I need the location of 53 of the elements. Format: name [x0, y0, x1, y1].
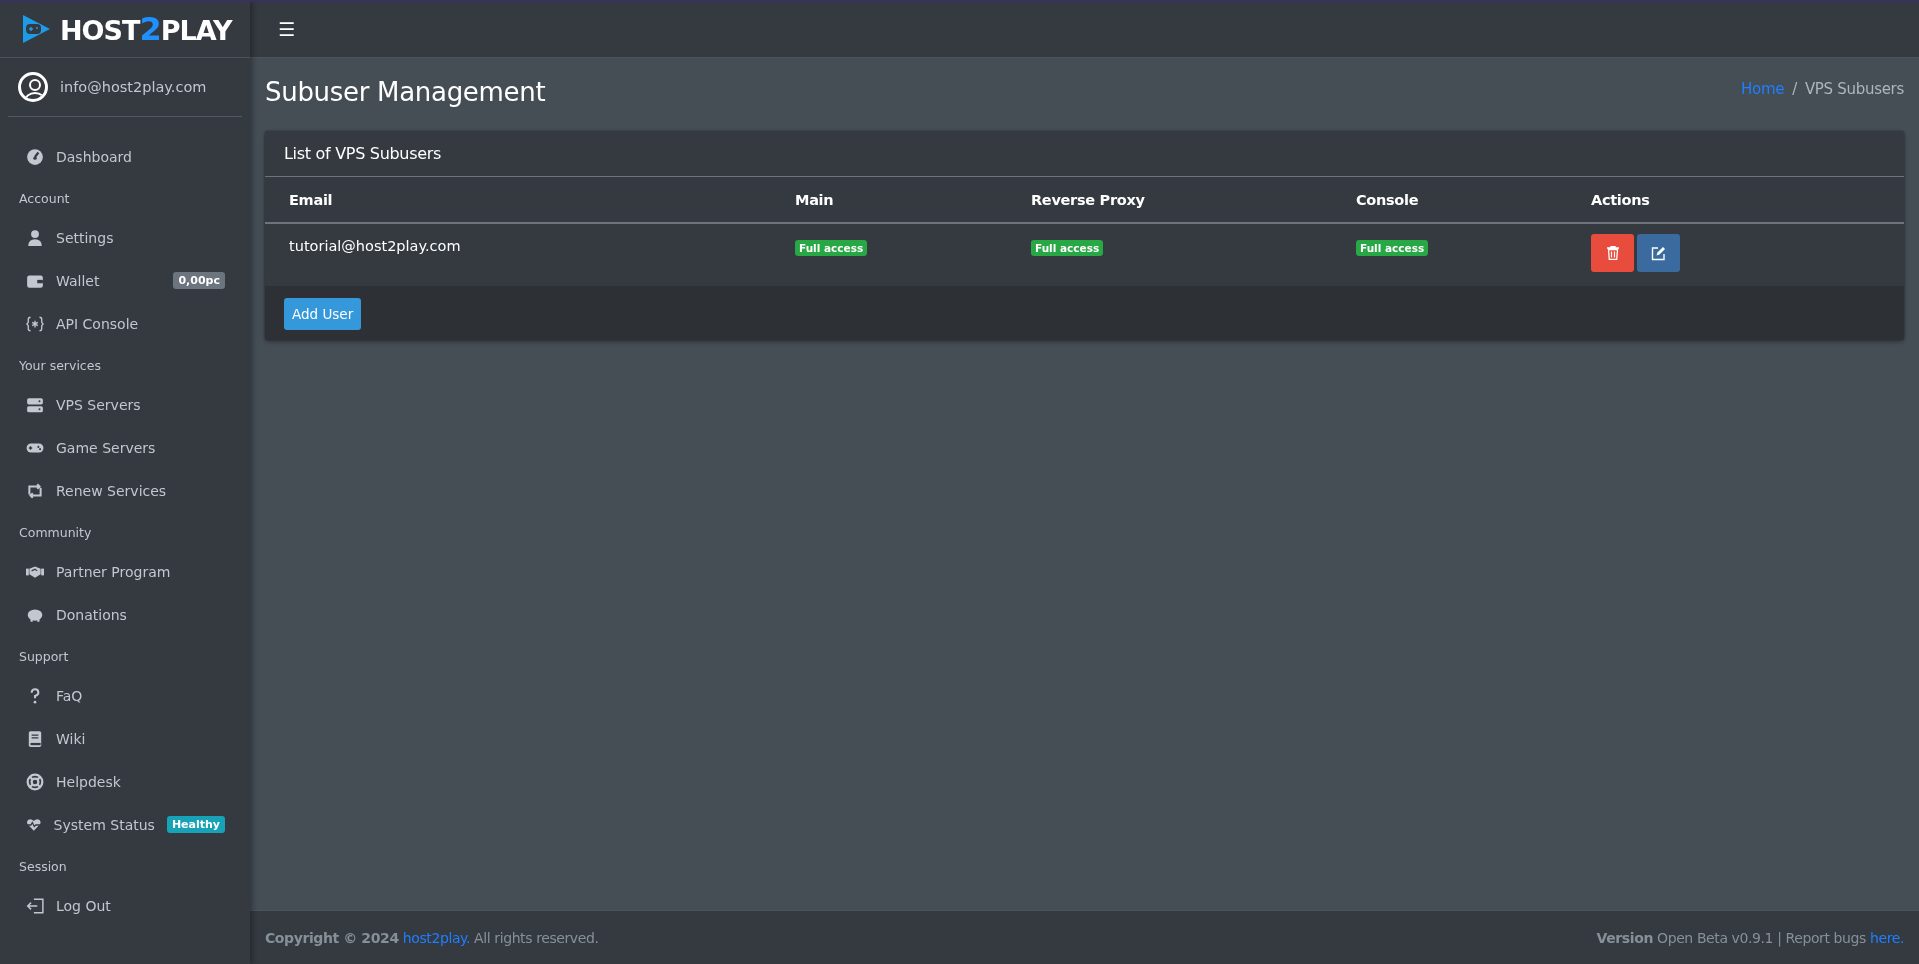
- sidebar-item[interactable]: Settings: [8, 216, 242, 259]
- logo-text: HOST2PLAY: [60, 10, 232, 48]
- copyright-text: Copyright © 2024 host2play. All rights reserved.: [265, 929, 599, 946]
- user-email[interactable]: info@host2play.com: [60, 79, 207, 95]
- trash-icon: [1606, 246, 1619, 261]
- column-header: Email: [265, 177, 771, 225]
- page-title: Subuser Management: [265, 76, 546, 109]
- section-header: Session: [18, 858, 68, 876]
- logout-icon: [26, 896, 44, 915]
- access-badge: Full access: [1031, 240, 1104, 257]
- column-header: Actions: [1567, 177, 1904, 225]
- sidebar-badge: Healthy: [166, 816, 225, 833]
- lifebuoy-icon: [26, 772, 44, 791]
- sidebar-item[interactable]: Log Out: [8, 884, 242, 927]
- sidebar-badge: 0,00pc: [173, 272, 225, 289]
- sidebar-item[interactable]: Wiki: [8, 717, 242, 760]
- column-header: Reverse Proxy: [1007, 177, 1332, 225]
- access-badge: Full access: [795, 240, 868, 257]
- sidebar-item[interactable]: API Console: [8, 302, 242, 345]
- card-title: List of VPS Subusers: [265, 131, 1904, 178]
- sidebar-item[interactable]: Renew Services: [8, 469, 242, 512]
- sidebar-item[interactable]: VPS Servers: [8, 383, 242, 426]
- sidebar-item[interactable]: Partner Program: [8, 550, 242, 593]
- sidebar-item[interactable]: Donations: [8, 593, 242, 636]
- arrows-icon: [26, 481, 44, 500]
- edit-icon: [1651, 245, 1666, 261]
- section-header: Community: [18, 524, 93, 542]
- sidebar-item[interactable]: FaQ: [8, 674, 242, 717]
- play-logo-icon: [20, 13, 52, 45]
- section-header: Support: [18, 648, 70, 666]
- table-cell-text: tutorial@host2play.com: [288, 237, 462, 257]
- version-text: Version Open Beta v0.9.1 | Report bugs here.: [1596, 929, 1904, 946]
- access-badge: Full access: [1356, 240, 1429, 257]
- section-header: Account: [18, 190, 71, 208]
- sidebar-item[interactable]: Helpdesk: [8, 760, 242, 803]
- menu-button[interactable]: ☰: [272, 14, 302, 44]
- delete-button[interactable]: [1591, 234, 1634, 273]
- avatar-icon: [18, 72, 48, 102]
- braces-icon: [26, 314, 44, 333]
- edit-button[interactable]: [1637, 234, 1680, 273]
- section-header: Your services: [18, 357, 102, 375]
- book-icon: [26, 729, 44, 748]
- column-header: Main: [771, 177, 1007, 225]
- sidebar-item[interactable]: Dashboard: [8, 135, 242, 178]
- server-icon: [26, 395, 44, 414]
- column-header: Console: [1332, 177, 1567, 225]
- breadcrumb-separator: /: [1792, 80, 1797, 98]
- sidebar-item[interactable]: Wallet 0,00pc: [8, 259, 242, 302]
- user-icon: [26, 228, 44, 247]
- sidebar-item[interactable]: System Status Healthy: [8, 803, 242, 846]
- sidebar-item[interactable]: Game Servers: [8, 426, 242, 469]
- gauge-icon: [26, 147, 44, 166]
- breadcrumb-current: VPS Subusers: [1804, 80, 1904, 98]
